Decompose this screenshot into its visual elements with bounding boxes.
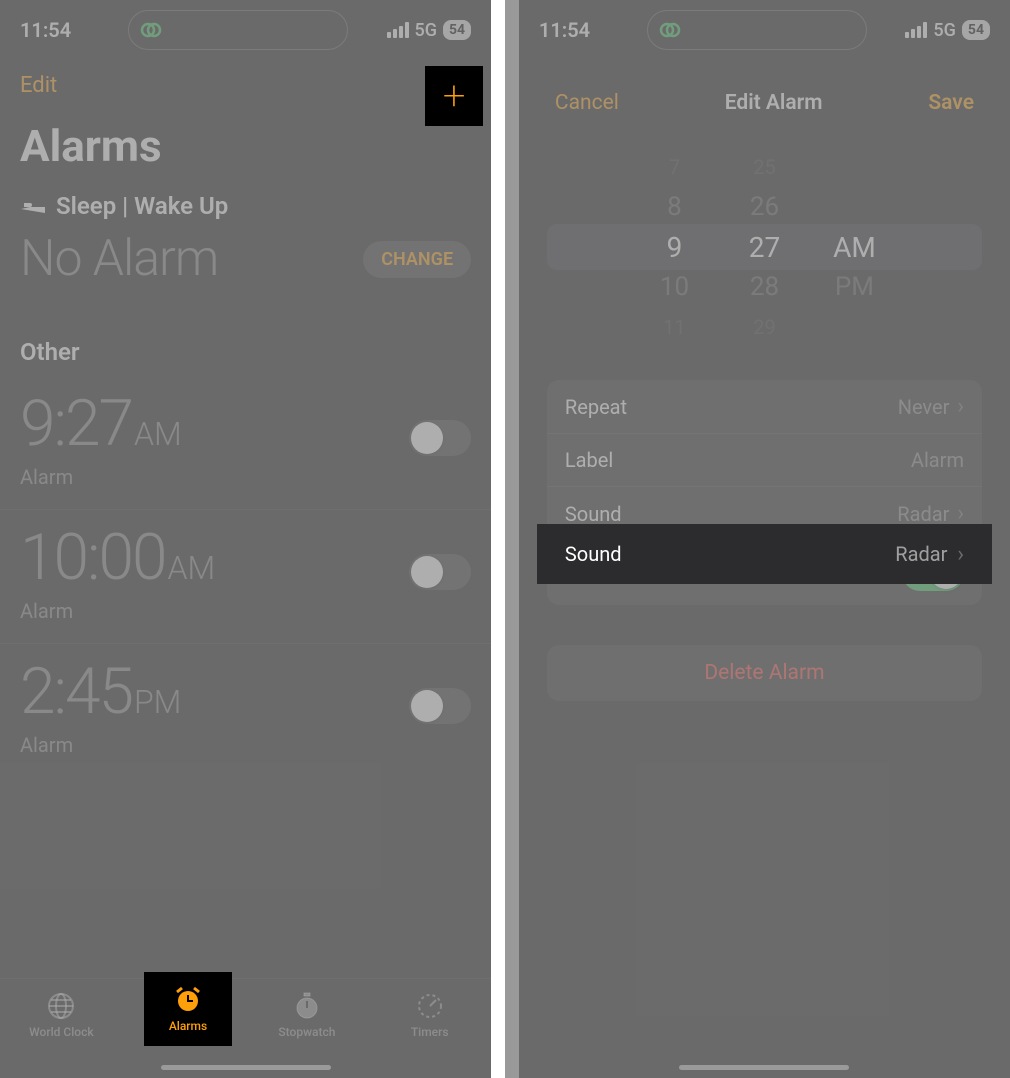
cancel-button[interactable]: Cancel [555, 91, 619, 115]
page-title: Alarms [0, 110, 491, 192]
hour-column[interactable]: 7 8 9 10 11 [649, 147, 699, 347]
sleep-section-label: Sleep | Wake Up [56, 192, 228, 220]
stopwatch-icon [292, 991, 322, 1021]
alarm-item[interactable]: 10:00AM Alarm [0, 510, 491, 644]
status-time: 11:54 [539, 18, 609, 42]
sheet-title: Edit Alarm [725, 91, 823, 115]
edit-button[interactable]: Edit [20, 73, 57, 98]
change-button[interactable]: CHANGE [363, 241, 471, 278]
tab-timers-label: Timers [411, 1025, 449, 1039]
label-row[interactable]: Label Alarm [547, 434, 982, 487]
alarm-ampm: PM [134, 683, 181, 721]
sleep-alarm-row: No Alarm CHANGE [0, 220, 491, 318]
no-alarm-label: No Alarm [20, 230, 218, 288]
chevron-right-icon: › [957, 542, 964, 567]
alarm-item[interactable]: 9:27AM Alarm [0, 376, 491, 510]
period-column[interactable]: . . AM PM . [829, 147, 879, 347]
highlight-sound-row[interactable]: Sound Radar › [537, 524, 992, 584]
battery-badge: 54 [962, 20, 990, 40]
status-bar: 11:54 5G 54 [519, 0, 1010, 60]
sound-value: Radar [897, 502, 949, 526]
dynamic-island [128, 10, 348, 50]
navigation-bar: Edit + [0, 60, 491, 110]
tab-stopwatch-label: Stopwatch [278, 1025, 335, 1039]
highlight-alarms-tab[interactable]: Alarms [144, 972, 232, 1046]
battery-badge: 54 [443, 20, 471, 40]
sound-label: Sound [565, 502, 622, 526]
alarms-list-screen: 11:54 5G 54 Edit + Alarms Sleep | Wake U… [0, 0, 491, 1078]
home-indicator[interactable] [161, 1065, 331, 1070]
alarm-ampm: AM [167, 549, 215, 587]
label-label: Label [565, 448, 613, 472]
plus-icon: + [443, 76, 466, 116]
dynamic-island [647, 10, 867, 50]
status-time: 11:54 [20, 18, 90, 42]
alarm-item[interactable]: 2:45PM Alarm [0, 644, 491, 777]
alarm-label: Alarm [20, 599, 215, 623]
status-bar: 11:54 5G 54 [0, 0, 491, 60]
link-icon [139, 18, 163, 42]
alarm-time: 9:27 [20, 386, 132, 461]
sound-value: Radar [895, 542, 947, 566]
alarm-toggle[interactable] [409, 554, 471, 590]
tab-timers[interactable]: Timers [375, 991, 485, 1039]
chevron-right-icon: › [957, 394, 964, 419]
chevron-right-icon: › [957, 501, 964, 526]
signal-icon [387, 22, 409, 38]
home-indicator[interactable] [679, 1065, 849, 1070]
timer-icon [415, 991, 445, 1021]
sheet-navigation: Cancel Edit Alarm Save [537, 74, 992, 132]
alarm-time: 10:00 [20, 520, 165, 595]
bed-icon [20, 196, 46, 216]
network-label: 5G [415, 20, 438, 41]
tab-world-clock-label: World Clock [29, 1025, 93, 1039]
repeat-value: Never [898, 395, 950, 419]
alarm-label: Alarm [20, 733, 181, 757]
label-value: Alarm [911, 448, 964, 472]
minute-column[interactable]: 25 26 27 28 29 [739, 147, 789, 347]
network-label: 5G [933, 20, 956, 41]
globe-icon [46, 991, 76, 1021]
tab-stopwatch[interactable]: Stopwatch [252, 991, 362, 1039]
save-button[interactable]: Save [928, 91, 974, 115]
status-indicators: 5G 54 [905, 20, 990, 41]
alarm-clock-icon [173, 985, 203, 1015]
tab-world-clock[interactable]: World Clock [6, 991, 116, 1039]
edit-alarm-screen: 11:54 5G 54 Cancel Edit Alarm Save 7 8 9… [519, 0, 1010, 1078]
repeat-row[interactable]: Repeat Never › [547, 380, 982, 434]
alarm-time: 2:45 [20, 654, 132, 729]
alarm-toggle[interactable] [409, 420, 471, 456]
alarm-ampm: AM [134, 415, 182, 453]
repeat-label: Repeat [565, 395, 627, 419]
sleep-section-header: Sleep | Wake Up [0, 192, 491, 220]
delete-alarm-button[interactable]: Delete Alarm [704, 661, 824, 685]
tab-bar: World Clock Alarms Stopwatch Timers [0, 978, 491, 1078]
highlight-add-button[interactable]: + [425, 66, 483, 126]
delete-alarm-group: Delete Alarm [547, 645, 982, 701]
other-section-header: Other [0, 318, 491, 376]
status-indicators: 5G 54 [387, 20, 472, 41]
signal-icon [905, 22, 927, 38]
alarm-label: Alarm [20, 465, 182, 489]
tab-alarms-label: Alarms [169, 1019, 207, 1033]
sound-label: Sound [565, 542, 622, 566]
alarm-toggle[interactable] [409, 688, 471, 724]
time-picker[interactable]: 7 8 9 10 11 25 26 27 28 29 . . AM [537, 132, 992, 362]
link-icon [658, 18, 682, 42]
